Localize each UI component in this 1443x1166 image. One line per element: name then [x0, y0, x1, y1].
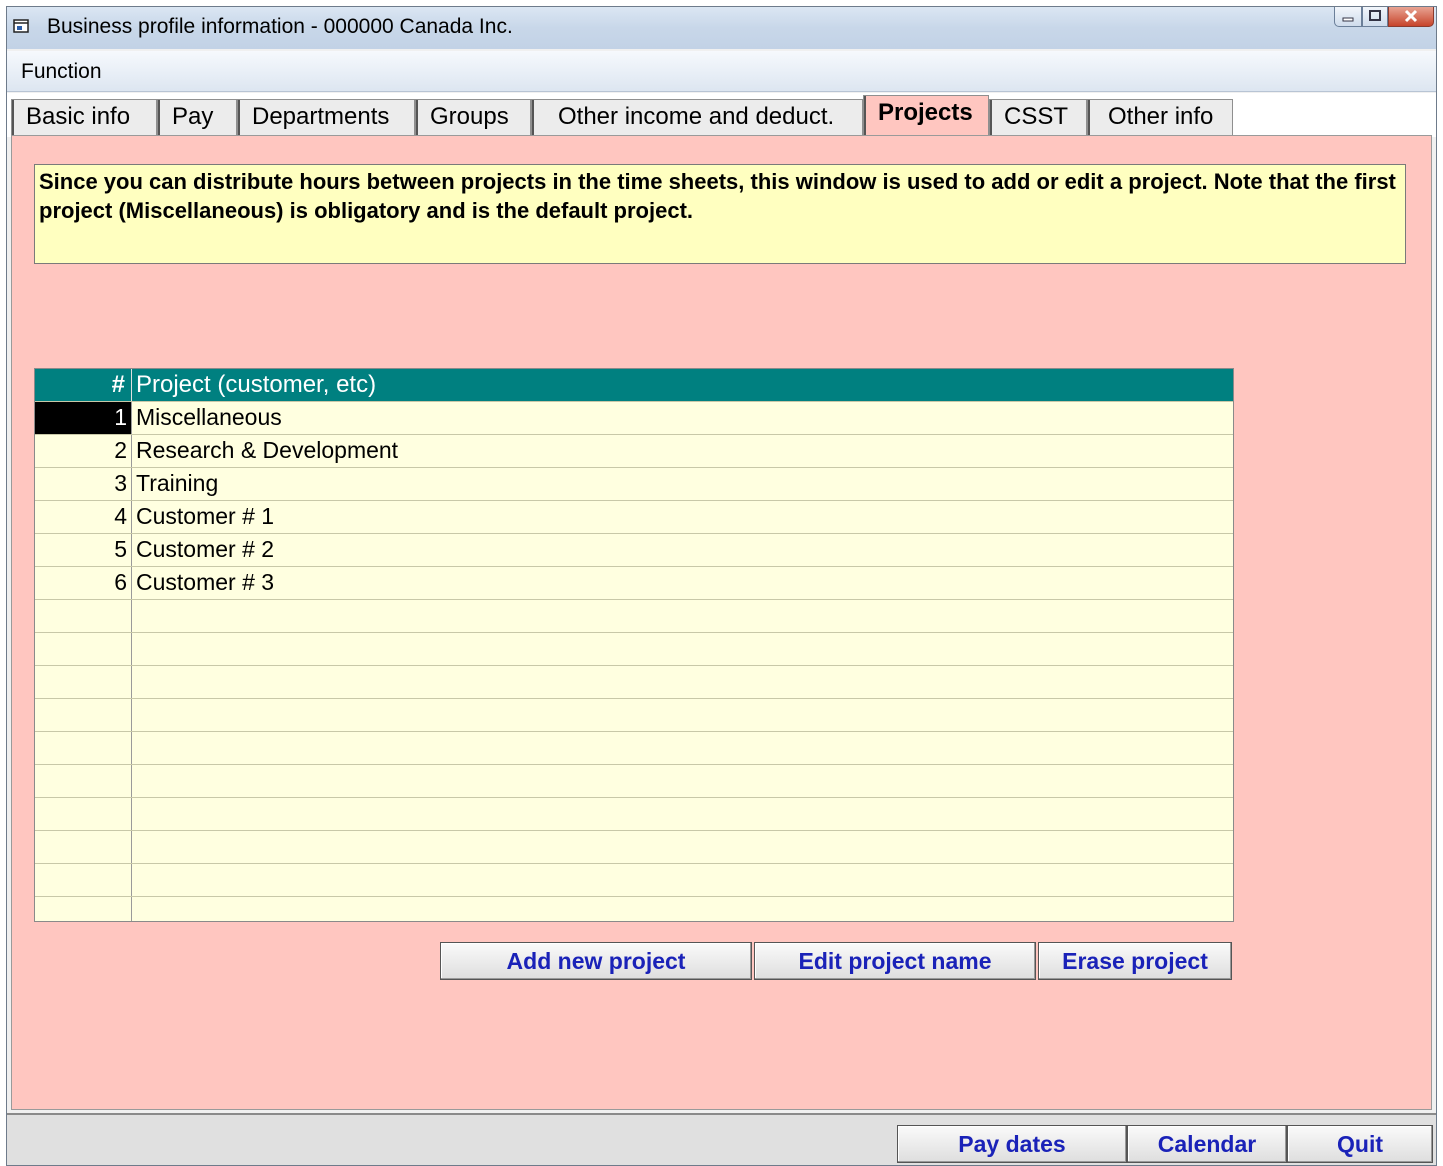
row-number[interactable]: 5	[35, 534, 131, 566]
table-row[interactable]	[35, 599, 1233, 632]
project-name-cell[interactable]	[131, 633, 1233, 665]
window-controls	[1334, 7, 1434, 27]
row-number[interactable]: 4	[35, 501, 131, 533]
table-row[interactable]: 4 Customer # 1	[35, 500, 1233, 533]
projects-grid[interactable]: # Project (customer, etc) 1 Miscellaneous…	[34, 368, 1234, 922]
pay-dates-button[interactable]: Pay dates	[897, 1125, 1127, 1163]
project-name-cell[interactable]	[131, 864, 1233, 896]
project-name-cell[interactable]	[131, 732, 1233, 764]
row-number[interactable]	[35, 831, 131, 863]
row-number[interactable]	[35, 864, 131, 896]
row-number[interactable]	[35, 600, 131, 632]
project-name-cell[interactable]: Customer # 2	[131, 534, 1233, 566]
minimize-icon	[1342, 17, 1354, 22]
edit-project-button[interactable]: Edit project name	[754, 942, 1036, 980]
header-project[interactable]: Project (customer, etc)	[131, 369, 1233, 401]
table-row[interactable]	[35, 698, 1233, 731]
table-row[interactable]	[35, 731, 1233, 764]
projects-panel: Since you can distribute hours between p…	[11, 135, 1432, 1110]
header-number[interactable]: #	[35, 369, 131, 401]
row-number[interactable]: 1	[35, 402, 131, 434]
table-row[interactable]	[35, 863, 1233, 896]
table-row[interactable]: 6 Customer # 3	[35, 566, 1233, 599]
maximize-icon	[1369, 10, 1381, 21]
erase-project-button[interactable]: Erase project	[1038, 942, 1232, 980]
table-row[interactable]	[35, 665, 1233, 698]
add-project-button[interactable]: Add new project	[440, 942, 752, 980]
table-row[interactable]: 1 Miscellaneous	[35, 401, 1233, 434]
project-name-cell[interactable]: Miscellaneous	[131, 402, 1233, 434]
tab-csst[interactable]: CSST	[989, 99, 1087, 135]
info-note: Since you can distribute hours between p…	[34, 164, 1406, 264]
tab-strip: Basic info Pay Departments Groups Other …	[7, 93, 1436, 137]
table-row[interactable]	[35, 896, 1233, 921]
menu-bar: Function	[7, 51, 1436, 92]
row-number[interactable]	[35, 666, 131, 698]
project-name-cell[interactable]: Customer # 1	[131, 501, 1233, 533]
row-number[interactable]	[35, 699, 131, 731]
tab-basic-info[interactable]: Basic info	[11, 99, 157, 135]
tab-pay[interactable]: Pay	[157, 99, 237, 135]
menu-function[interactable]: Function	[21, 60, 102, 84]
row-number[interactable]: 6	[35, 567, 131, 599]
project-name-cell[interactable]	[131, 666, 1233, 698]
table-row[interactable]	[35, 830, 1233, 863]
grid-body: 1 Miscellaneous 2 Research & Development 3 Tr…	[35, 401, 1233, 921]
row-number[interactable]	[35, 798, 131, 830]
table-row[interactable]: 2 Research & Development	[35, 434, 1233, 467]
app-window: Business profile information - 000000 Ca…	[6, 6, 1437, 1166]
window-app-icon	[13, 19, 29, 33]
row-number[interactable]: 3	[35, 468, 131, 500]
grid-header: # Project (customer, etc)	[35, 369, 1233, 401]
calendar-button[interactable]: Calendar	[1127, 1125, 1287, 1163]
close-icon	[1404, 9, 1418, 23]
project-name-cell[interactable]	[131, 699, 1233, 731]
quit-button[interactable]: Quit	[1287, 1125, 1433, 1163]
project-name-cell[interactable]	[131, 798, 1233, 830]
tab-other-income[interactable]: Other income and deduct.	[531, 99, 863, 135]
close-window-button[interactable]	[1388, 7, 1434, 27]
tab-projects[interactable]: Projects	[863, 95, 989, 137]
title-bar[interactable]: Business profile information - 000000 Ca…	[7, 7, 1436, 49]
table-row[interactable]: 3 Training	[35, 467, 1233, 500]
tab-departments[interactable]: Departments	[237, 99, 415, 135]
table-row[interactable]	[35, 632, 1233, 665]
tab-groups[interactable]: Groups	[415, 99, 531, 135]
minimize-button[interactable]	[1334, 7, 1362, 27]
project-name-cell[interactable]	[131, 831, 1233, 863]
table-row[interactable]	[35, 764, 1233, 797]
tab-other-info[interactable]: Other info	[1087, 99, 1233, 135]
maximize-button[interactable]	[1362, 7, 1388, 27]
row-number[interactable]: 2	[35, 435, 131, 467]
bottom-bar: Pay dates Calendar Quit	[7, 1113, 1436, 1165]
project-name-cell[interactable]: Training	[131, 468, 1233, 500]
row-number[interactable]	[35, 897, 131, 921]
project-name-cell[interactable]	[131, 765, 1233, 797]
table-row[interactable]	[35, 797, 1233, 830]
project-name-cell[interactable]: Research & Development	[131, 435, 1233, 467]
row-number[interactable]	[35, 633, 131, 665]
row-number[interactable]	[35, 732, 131, 764]
project-name-cell[interactable]	[131, 600, 1233, 632]
project-name-cell[interactable]: Customer # 3	[131, 567, 1233, 599]
window-title: Business profile information - 000000 Ca…	[47, 15, 513, 38]
row-number[interactable]	[35, 765, 131, 797]
project-name-cell[interactable]	[131, 897, 1233, 921]
table-row[interactable]: 5 Customer # 2	[35, 533, 1233, 566]
